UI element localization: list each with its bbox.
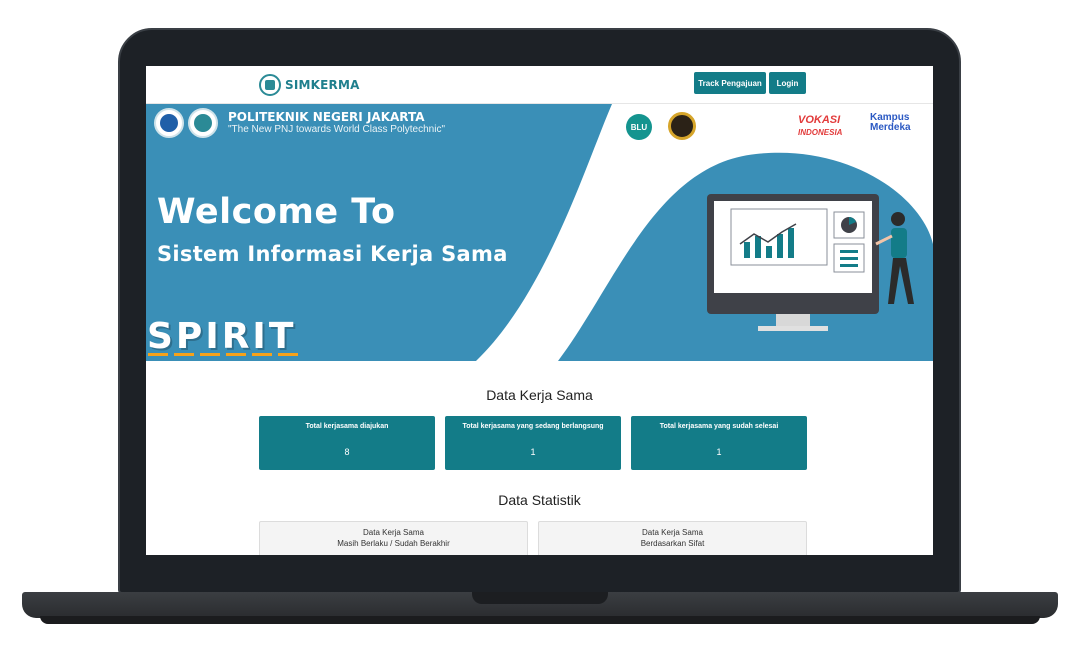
institution-tagline: "The New PNJ towards World Class Polytec… [228, 124, 445, 135]
kemdikbud-logo [154, 108, 184, 138]
laptop-notch [472, 592, 608, 604]
section-title-statistik: Data Statistik [498, 492, 581, 508]
institution-name: POLITEKNIK NEGERI JAKARTA [228, 110, 425, 124]
spirit-logo: SPIRIT [147, 316, 297, 357]
brand-name: SIMKERMA [285, 78, 360, 92]
laptop-base-shadow [40, 616, 1040, 624]
stat-card-label: Total kerjasama yang sedang berlangsung [462, 423, 604, 430]
simkerma-icon [259, 74, 281, 96]
spirit-logo-bar [148, 353, 304, 356]
screen: SIMKERMA Track Pengajuan Login POLITEKNI… [146, 66, 933, 555]
panel-subtitle: Berdasarkan Sifat [640, 539, 705, 548]
hero-system-name: Sistem Informasi Kerja Sama [157, 242, 508, 266]
hero-banner: POLITEKNIK NEGERI JAKARTA "The New PNJ t… [146, 104, 933, 361]
pnj-logo [188, 108, 218, 138]
hero-welcome: Welcome To [157, 192, 396, 232]
statistik-panel-berlaku: Data Kerja Sama Masih Berlaku / Sudah Be… [259, 521, 528, 555]
vokasi-logo-sub: INDONESIA [798, 128, 843, 137]
laptop-mockup: SIMKERMA Track Pengajuan Login POLITEKNI… [0, 0, 1080, 663]
vokasi-logo: VOKASI INDONESIA [798, 114, 842, 138]
navbar: SIMKERMA Track Pengajuan Login [146, 66, 933, 104]
panel-title: Data Kerja Sama [363, 528, 424, 537]
stat-card-label: Total kerjasama diajukan [305, 423, 389, 430]
stat-card-diajukan: Total kerjasama diajukan 8 [259, 416, 435, 470]
statistik-panel-sifat: Data Kerja Sama Berdasarkan Sifat [538, 521, 807, 555]
merdeka-text: Merdeka [870, 122, 911, 133]
stat-card-label: Total kerjasama yang sudah selesai [659, 423, 779, 430]
pnj-blu-seal [668, 112, 696, 140]
stat-card-value: 1 [716, 447, 722, 457]
stat-card-value: 1 [530, 447, 536, 457]
monitor-illustration [707, 194, 879, 331]
kampus-merdeka-logo: Kampus Merdeka [870, 113, 911, 133]
blu-badge: BLU [626, 114, 652, 140]
brand-logo[interactable]: SIMKERMA [259, 71, 360, 99]
stat-card-value: 8 [344, 447, 350, 457]
stat-card-berlangsung: Total kerjasama yang sedang berlangsung … [445, 416, 621, 470]
section-title-kerja-sama: Data Kerja Sama [486, 387, 593, 403]
panel-title: Data Kerja Sama [642, 528, 703, 537]
vokasi-logo-text: VOKASI [798, 114, 841, 126]
login-button[interactable]: Login [769, 72, 806, 94]
track-pengajuan-button[interactable]: Track Pengajuan [694, 72, 766, 94]
stat-card-selesai: Total kerjasama yang sudah selesai 1 [631, 416, 807, 470]
panel-subtitle: Masih Berlaku / Sudah Berakhir [337, 539, 450, 548]
